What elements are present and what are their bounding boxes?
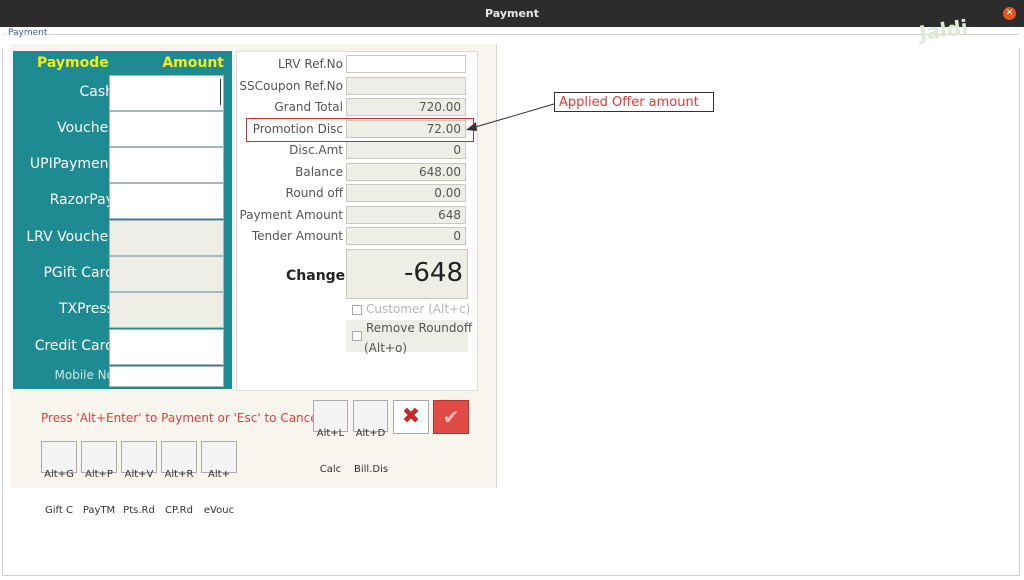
mobile-no-input[interactable] — [109, 366, 224, 387]
remove-roundoff-checkbox[interactable]: Remove Roundoff (Alt+o) — [352, 321, 472, 355]
disc-amt-value: 0 — [346, 141, 466, 159]
paymode-label: RazorPay — [49, 192, 114, 208]
round-off-label: Round off — [285, 186, 343, 200]
change-value: -648 — [346, 249, 468, 299]
disc-amt-label: Disc.Amt — [289, 143, 343, 157]
evouc-key: Alt+ — [208, 469, 230, 480]
razorpay-amount-input[interactable] — [109, 183, 224, 219]
press-hint: Press 'Alt+Enter' to Payment or 'Esc' to… — [41, 411, 321, 425]
window-titlebar: Payment ✕ — [0, 0, 1024, 27]
giftc-key: Alt+G — [44, 469, 74, 480]
giftc-label: Gift C — [45, 505, 73, 516]
billdis-key: Alt+D — [355, 428, 386, 439]
calc-key: Alt+L — [316, 428, 345, 439]
balance-label: Balance — [295, 165, 343, 179]
points-redeem-button[interactable]: Alt+V Pts.Rd — [121, 441, 157, 516]
calc-label: Calc — [319, 464, 342, 475]
payment-amount-value: 648 — [346, 206, 466, 224]
evouc-label: eVouc — [203, 505, 235, 516]
group-label: Payment — [6, 28, 50, 38]
paymode-label: LRV Voucher — [26, 229, 114, 245]
lrv-ref-input[interactable] — [346, 55, 466, 73]
remove-roundoff-line1: Remove Roundoff — [352, 321, 472, 341]
remove-roundoff-shortcut: (Alt+o) — [364, 341, 408, 355]
lrv-voucher-amount-input — [109, 220, 224, 256]
sscoupon-ref-input — [346, 77, 466, 95]
paymode-label: PGift Card — [43, 265, 114, 281]
upipayment-amount-input[interactable] — [109, 147, 224, 183]
balance-value: 648.00 — [346, 163, 466, 181]
amount-header: Amount — [162, 55, 224, 71]
paymode-label: UPIPayment — [29, 156, 114, 172]
change-label: Change — [286, 268, 346, 284]
cash-amount-input[interactable] — [109, 75, 224, 111]
ptsrd-label: Pts.Rd — [123, 505, 155, 516]
annotation-callout: Applied Offer amount — [554, 92, 714, 112]
paytm-label: PayTM — [82, 505, 116, 516]
voucher-amount-input[interactable] — [109, 111, 224, 147]
bill-discount-button[interactable]: Alt+D Bill.Dis — [353, 400, 388, 475]
billdis-label: Bill.Dis — [354, 464, 389, 475]
group-divider — [4, 34, 1018, 35]
gift-card-button[interactable]: Alt+G Gift C — [41, 441, 77, 516]
tender-amount-label: Tender Amount — [251, 229, 343, 243]
txpress-amount-input — [109, 292, 224, 328]
paymode-header: Paymode — [37, 55, 109, 71]
pgift-card-amount-input — [109, 256, 224, 292]
cprd-key: Alt+R — [164, 469, 194, 480]
field-round-off: Round off 0.00 — [236, 184, 476, 204]
close-icon[interactable]: ✕ — [1003, 7, 1016, 20]
lrv-ref-label: LRV Ref.No — [277, 57, 343, 71]
confirm-button[interactable]: ✔ — [433, 400, 469, 434]
text-cursor — [220, 79, 221, 105]
round-off-value: 0.00 — [346, 184, 466, 202]
mobile-no-label: Mobile No — [54, 368, 115, 382]
field-payment-amount: Payment Amount 648 — [236, 206, 476, 226]
paymode-list: Paymode Amount Cash Voucher UPIPayment R… — [13, 51, 232, 389]
paymode-label: Credit Card — [34, 338, 114, 354]
ptsrd-key: Alt+V — [124, 469, 154, 480]
grand-total-label: Grand Total — [274, 100, 343, 114]
cancel-button[interactable]: ✖ — [393, 400, 429, 434]
field-sscoupon-ref: SSCoupon Ref.No — [236, 77, 476, 97]
field-grand-total: Grand Total 720.00 — [236, 98, 476, 118]
coupon-redeem-button[interactable]: Alt+R CP.Rd — [161, 441, 197, 516]
window-title: Payment — [484, 7, 540, 20]
checkbox-box[interactable] — [352, 331, 362, 341]
paytm-button[interactable]: Alt+P PayTM — [81, 441, 117, 516]
field-disc-amt: Disc.Amt 0 — [236, 141, 476, 161]
checkbox-box — [352, 305, 362, 315]
field-lrv-ref: LRV Ref.No — [236, 55, 476, 75]
payment-amount-label: Payment Amount — [239, 208, 343, 222]
paymode-label: TXPress — [59, 301, 114, 317]
calc-button[interactable]: Alt+L Calc — [313, 400, 348, 475]
remove-roundoff-label: Remove Roundoff — [366, 321, 473, 335]
field-tender-amount: Tender Amount 0 — [236, 227, 476, 247]
credit-card-amount-input[interactable] — [109, 329, 224, 365]
customer-checkbox: Customer (Alt+c) — [352, 302, 470, 316]
paymode-label: Voucher — [57, 120, 114, 136]
cprd-label: CP.Rd — [165, 505, 193, 516]
field-balance: Balance 648.00 — [236, 163, 476, 183]
paytm-key: Alt+P — [85, 469, 113, 480]
sscoupon-ref-label: SSCoupon Ref.No — [239, 79, 343, 93]
evoucher-button[interactable]: Alt+ eVouc — [201, 441, 237, 516]
customer-checkbox-label: Customer (Alt+c) — [366, 302, 471, 316]
grand-total-value: 720.00 — [346, 98, 466, 116]
promotion-disc-highlight — [246, 118, 474, 142]
tender-amount-value: 0 — [346, 227, 466, 245]
